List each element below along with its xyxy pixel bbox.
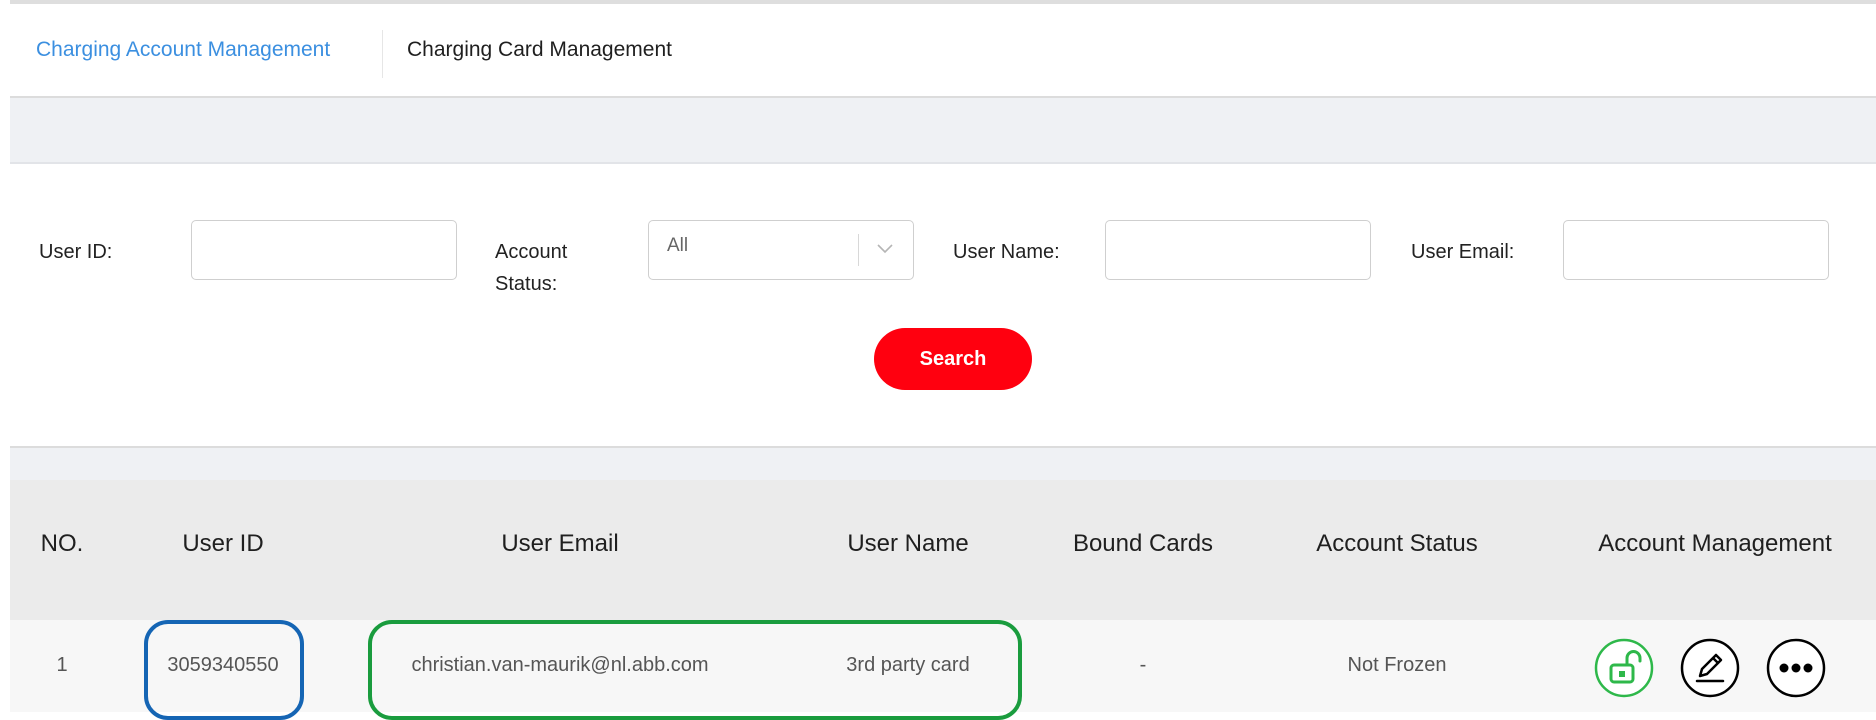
unlock-icon[interactable] [1594,638,1654,698]
more-icon[interactable] [1766,638,1826,698]
header-account-status: Account Status [1316,530,1478,557]
account-status-label-line2: Status: [495,273,558,295]
highlight-box-email-name [368,620,1022,720]
user-email-input[interactable] [1563,220,1829,280]
cell-bound-cards: - [1139,654,1147,676]
table-header: NO. User ID User Email User Name Bound C… [10,480,1876,620]
account-status-label-line1: Account [495,241,568,263]
header-user-id: User ID [182,530,264,557]
header-user-name: User Name [847,530,969,557]
header-account-management: Account Management [1598,530,1832,557]
header-bound-cards: Bound Cards [1072,530,1214,557]
chevron-down-icon [877,244,893,254]
header-user-email: User Email [501,530,619,557]
account-status-select[interactable]: All [648,220,914,280]
filter-panel [10,164,1876,446]
table-top-band [10,446,1876,482]
tab-charging-card-management[interactable]: Charging Card Management [407,38,672,62]
edit-icon[interactable] [1680,638,1740,698]
tab-bar: Charging Account Management Charging Car… [10,4,1876,98]
select-divider [858,234,859,266]
highlight-box-user-id [144,620,304,720]
tab-charging-account-management[interactable]: Charging Account Management [36,38,330,62]
toolbar-band [10,98,1876,164]
user-id-input[interactable] [191,220,457,280]
user-name-label: User Name: [953,241,1060,263]
cell-account-status: Not Frozen [1347,654,1447,676]
cell-no: 1 [56,654,68,676]
header-no: NO. [40,530,84,557]
account-status-value: All [667,235,689,256]
tab-divider [382,30,383,78]
user-id-label: User ID: [39,241,113,263]
user-name-input[interactable] [1105,220,1371,280]
search-button[interactable]: Search [874,328,1032,390]
account-status-label: Account Status: [495,236,567,300]
user-email-label: User Email: [1411,241,1515,263]
